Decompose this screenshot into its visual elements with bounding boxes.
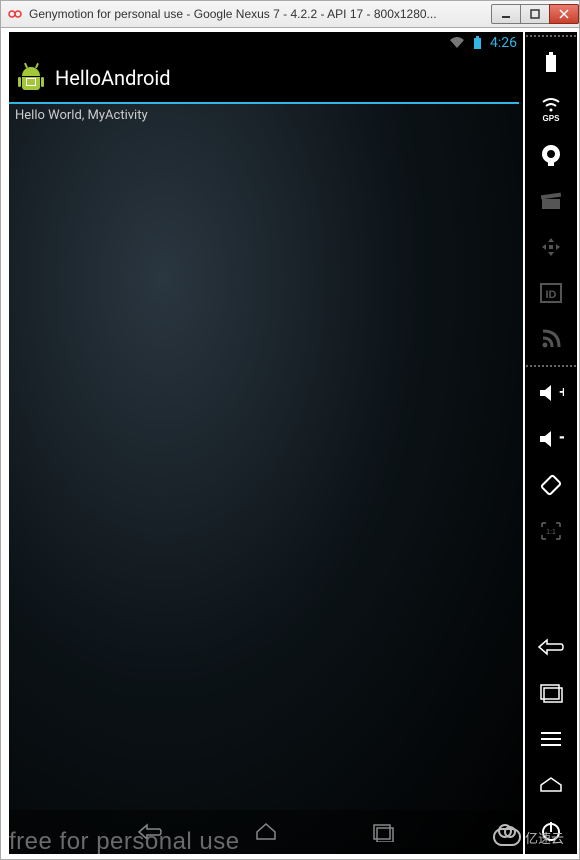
identifiers-widget-button[interactable]: ID [535,276,567,310]
svg-text:ID: ID [546,289,557,301]
nav-home-button[interactable] [253,822,279,842]
window-title: Genymotion for personal use - Google Nex… [29,7,492,21]
app-content: Hello World, MyActivity [9,104,523,810]
app-title: HelloAndroid [55,66,171,90]
gps-widget-button[interactable]: GPS [535,92,567,126]
hello-text: Hello World, MyActivity [15,108,148,123]
svg-text:1:1: 1:1 [546,529,556,536]
hw-recent-button[interactable] [535,676,567,710]
app-logo-icon [7,6,23,22]
close-button[interactable] [549,4,579,24]
hw-back-button[interactable] [535,630,567,664]
minimize-button[interactable] [491,4,521,24]
rotate-button[interactable] [535,468,567,502]
cloud-icon [493,828,521,846]
svg-text:GPS: GPS [543,114,561,122]
corner-watermark-text: 亿速云 [525,828,564,847]
hw-menu-button[interactable] [535,722,567,756]
network-widget-button[interactable] [535,322,567,356]
device-screen[interactable]: 4:26 HelloAndroid Hello World, MyActivit… [9,32,523,854]
battery-widget-button[interactable] [535,46,567,80]
screencast-widget-button[interactable] [535,184,567,218]
action-bar: HelloAndroid [9,54,523,102]
pixel-perfect-button[interactable]: 1:1 [535,514,567,548]
nav-recent-button[interactable] [369,822,395,842]
svg-text:-: - [559,428,564,446]
android-status-bar[interactable]: 4:26 [9,32,523,54]
multitouch-widget-button[interactable] [535,230,567,264]
camera-widget-button[interactable] [535,138,567,172]
hw-home-button[interactable] [535,768,567,802]
emulator-side-toolbar: GPS ID + - 1:1 [525,32,577,854]
battery-icon [473,36,482,50]
device-screen-frame: 4:26 HelloAndroid Hello World, MyActivit… [9,32,523,854]
volume-down-button[interactable]: - [535,422,567,456]
toolbar-separator [525,35,577,37]
svg-text:+: + [559,384,564,401]
window-control-group [492,4,579,24]
app-icon [17,64,45,92]
window-titlebar: Genymotion for personal use - Google Nex… [0,0,580,28]
volume-up-button[interactable]: + [535,376,567,410]
nav-back-button[interactable] [137,822,163,842]
wifi-icon [449,36,465,50]
toolbar-separator [525,365,577,367]
status-clock: 4:26 [490,35,517,51]
window-client-area: 4:26 HelloAndroid Hello World, MyActivit… [0,28,580,860]
corner-watermark: 亿速云 [493,821,573,853]
maximize-button[interactable] [520,4,550,24]
android-nav-bar [9,810,523,854]
